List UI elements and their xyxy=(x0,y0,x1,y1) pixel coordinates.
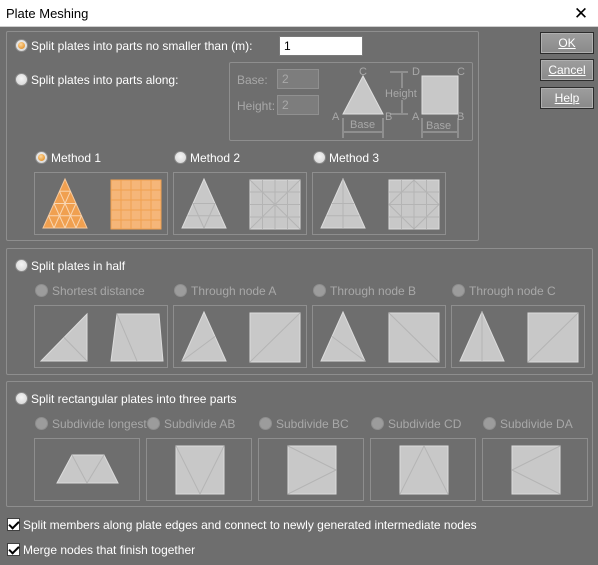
height-label: Height: xyxy=(237,99,276,113)
diagram-label-c: C xyxy=(359,66,367,78)
subdivide-ab-icon xyxy=(175,445,225,495)
diagram-label-b2: B xyxy=(457,111,465,123)
subdivide-da-icon xyxy=(511,445,561,495)
subdivide-longest-image xyxy=(34,438,140,501)
through-node-b-radio[interactable] xyxy=(313,284,326,297)
through-node-b-icon xyxy=(320,310,440,363)
base-label: Base: xyxy=(237,73,268,87)
method-1-label: Method 1 xyxy=(51,151,102,165)
subdivide-bc-label: Subdivide BC xyxy=(276,417,349,431)
diagram-label-base2: Base xyxy=(426,120,452,132)
diagram-label-a: A xyxy=(332,111,340,123)
subdivide-da-image xyxy=(482,438,588,501)
subdivide-cd-icon xyxy=(399,445,449,495)
diagram-label-b: B xyxy=(385,111,393,123)
split-half-radio[interactable] xyxy=(15,259,28,272)
subdivide-longest-label: Subdivide longest xyxy=(52,417,147,431)
diagram-label-height: Height xyxy=(385,88,417,100)
method-2-image xyxy=(173,172,307,235)
min-size-input[interactable]: 1 xyxy=(279,36,363,56)
shortest-distance-icon xyxy=(39,312,164,362)
split-min-label: Split plates into parts no smaller than … xyxy=(31,39,253,53)
ok-button[interactable]: OK xyxy=(540,32,594,54)
method-2-mesh-icon xyxy=(181,177,301,230)
split-members-label: Split members along plate edges and conn… xyxy=(23,518,477,532)
through-node-a-image xyxy=(173,305,307,368)
method-3-radio[interactable] xyxy=(313,151,326,164)
split-along-radio[interactable] xyxy=(15,73,28,86)
split-three-label: Split rectangular plates into three part… xyxy=(31,392,237,406)
subdivide-longest-radio[interactable] xyxy=(35,417,48,430)
through-node-a-icon xyxy=(181,310,301,363)
split-three-radio[interactable] xyxy=(15,392,28,405)
merge-nodes-label: Merge nodes that finish together xyxy=(23,543,196,557)
method-1-mesh-icon xyxy=(42,177,162,230)
through-node-b-image xyxy=(312,305,446,368)
method-3-label: Method 3 xyxy=(329,151,380,165)
method-2-label: Method 2 xyxy=(190,151,241,165)
through-node-a-radio[interactable] xyxy=(174,284,187,297)
through-node-b-label: Through node B xyxy=(330,284,417,298)
subdivide-bc-image xyxy=(258,438,364,501)
subdivide-cd-radio[interactable] xyxy=(371,417,384,430)
through-node-c-image xyxy=(451,305,585,368)
shortest-distance-label: Shortest distance xyxy=(52,284,145,298)
method-2-radio[interactable] xyxy=(174,151,187,164)
subdivide-ab-image xyxy=(146,438,252,501)
shortest-distance-image xyxy=(34,305,168,368)
title-bar: Plate Meshing ✕ xyxy=(0,0,598,27)
through-node-c-radio[interactable] xyxy=(452,284,465,297)
through-node-a-label: Through node A xyxy=(191,284,277,298)
split-along-label: Split plates into parts along: xyxy=(31,73,179,87)
cancel-button[interactable]: Cancel xyxy=(540,59,594,81)
merge-nodes-checkbox[interactable] xyxy=(7,543,20,556)
subdivide-cd-image xyxy=(370,438,476,501)
through-node-c-icon xyxy=(459,310,579,363)
diagram-label-base: Base xyxy=(350,119,376,131)
method-3-mesh-icon xyxy=(320,177,440,230)
window-title: Plate Meshing xyxy=(6,6,89,21)
through-node-c-label: Through node C xyxy=(469,284,556,298)
diagram-label-d: D xyxy=(412,66,420,78)
shortest-distance-radio[interactable] xyxy=(35,284,48,297)
subdivide-ab-label: Subdivide AB xyxy=(164,417,236,431)
split-min-radio[interactable] xyxy=(15,39,28,52)
close-icon[interactable]: ✕ xyxy=(564,0,598,27)
subdivide-ab-radio[interactable] xyxy=(147,417,160,430)
base-height-diagram: C A B Base Height D C A B Base xyxy=(330,66,470,138)
method-1-radio[interactable] xyxy=(35,151,48,164)
base-input[interactable]: 2 xyxy=(277,69,319,89)
subdivide-da-radio[interactable] xyxy=(483,417,496,430)
method-3-image xyxy=(312,172,446,235)
diagram-label-a2: A xyxy=(412,111,420,123)
subdivide-bc-radio[interactable] xyxy=(259,417,272,430)
diagram-label-c2: C xyxy=(457,66,465,78)
subdivide-da-label: Subdivide DA xyxy=(500,417,573,431)
height-input[interactable]: 2 xyxy=(277,95,319,115)
subdivide-longest-icon xyxy=(56,454,119,484)
subdivide-cd-label: Subdivide CD xyxy=(388,417,462,431)
subdivide-bc-icon xyxy=(287,445,337,495)
method-1-image xyxy=(34,172,168,235)
split-members-checkbox[interactable] xyxy=(7,518,20,531)
split-half-label: Split plates in half xyxy=(31,259,126,273)
help-button[interactable]: Help xyxy=(540,87,594,109)
